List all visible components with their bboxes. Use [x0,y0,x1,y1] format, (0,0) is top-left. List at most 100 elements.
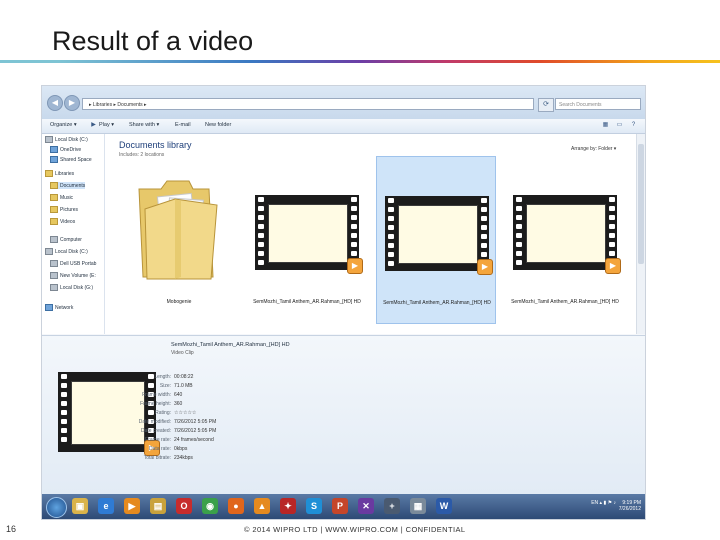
details-value: 00:08:22 [174,374,194,380]
navigation-pane: Local Disk (C:) OneDrive Shared Space Libra… [42,134,105,334]
item-label: SemMozhi_Tamil Anthem_AR.Rahman_[HD] HD [253,299,361,305]
nav-item[interactable]: Dell USB Portab [50,260,96,267]
nav-item-label: Shared Space [60,156,92,163]
files-app-icon[interactable]: ▤ [150,498,166,514]
nav-item[interactable]: Computer [50,236,82,243]
chrome-app-icon[interactable]: ◉ [202,498,218,514]
title-divider [0,60,720,63]
firefox-app-icon[interactable]: ● [228,498,244,514]
library-title: Documents library [119,140,192,150]
back-button[interactable]: ◀ [47,95,63,111]
details-key: Length: [154,374,171,380]
details-key: Total bitrate: [143,455,171,461]
nav-item[interactable]: OneDrive [50,146,81,153]
nav-item[interactable]: Shared Space [50,156,92,163]
nav-item-label: OneDrive [60,146,82,153]
details-row: Date created: 7/26/2012 5:05 PM [116,428,216,434]
system-tray[interactable]: EN ▴ ▮ ⚑ ♪ 9:19 PM 7/26/2012 [591,500,641,512]
breadcrumb[interactable]: ▸ Libraries ▸ Documents ▸ [82,98,534,110]
details-key: Size: [159,383,171,389]
details-value: 234kbps [174,455,193,461]
details-value: 24 frames/second [174,437,214,443]
taskbar: ▣ e ▶ ▤ O ◉ ● ▲ ✦ S P ✕ + ▦ W EN ▴ ▮ ⚑ ♪ 9:19 PM 7/26/… [42,494,645,519]
nav-item-label: Libraries [55,170,75,177]
nav-item-label: Network [55,304,74,311]
details-row: Date modified: 7/26/2012 5:05 PM [116,419,217,425]
nav-item-label: Local Disk (C:) [55,248,88,255]
media-app-icon[interactable]: ▶ [124,498,140,514]
play-icon: ▶ [91,122,96,128]
nav-item[interactable]: Documents [50,182,86,189]
vlc-app-icon[interactable]: ▲ [254,498,270,514]
media-player-icon: ▶ [347,258,363,274]
network-icon [50,146,58,153]
help-icon[interactable]: ? [630,122,637,129]
folder-icon [50,206,58,213]
folder-icon [50,182,58,189]
network-icon [50,156,58,163]
details-key: Rating: [155,410,171,416]
pdf-app-icon[interactable]: ✦ [280,498,296,514]
details-file-type: Video Clip [171,350,194,356]
word-app-icon[interactable]: W [436,498,452,514]
folder-icon [50,218,58,225]
folder-icon [50,194,58,201]
opera-app-icon[interactable]: O [176,498,192,514]
nav-item[interactable]: Local Disk (G:) [50,284,93,291]
page-number: 16 [6,524,17,534]
ppt-app-icon[interactable]: P [332,498,348,514]
details-row: Size: 71.0 MB [116,383,193,389]
video-item-selected[interactable]: ▶ SemMozhi_Tamil Anthem_AR.Rahman_[HD] H… [376,156,496,324]
view-options-icon[interactable]: ▦ [602,122,609,129]
nav-item-label: Documents [60,182,86,189]
ie-app-icon[interactable]: e [98,498,114,514]
details-value: 7/26/2012 5:05 PM [174,428,217,434]
vertical-scrollbar[interactable] [636,134,645,334]
details-value: 0kbps [174,446,188,452]
details-row: Length: 00:08:22 [116,374,193,380]
nav-item[interactable]: Music [50,194,73,201]
details-row: Data rate: 0kbps [116,446,187,452]
nav-item[interactable]: Network [45,304,73,311]
search-input[interactable]: Search Documents [555,98,641,110]
folder-icon [138,180,218,280]
nav-item[interactable]: Local Disk (C:) [45,136,88,143]
nav-item[interactable]: Local Disk (C:) [45,248,88,255]
editor-app-icon[interactable]: ✕ [358,498,374,514]
forward-button[interactable]: ▶ [64,95,80,111]
details-value[interactable]: ☆☆☆☆☆ [174,410,196,416]
network-icon [45,304,53,311]
preview-pane-icon[interactable]: ▭ [616,122,623,129]
explorer-window: ◀ ▶ ▸ Libraries ▸ Documents ▸ ⟳ Search D… [41,85,646,520]
library-subtitle: Includes: 2 locations [119,152,165,158]
nav-item[interactable]: Videos [50,218,75,225]
video-item[interactable]: ▶ SemMozhi_Tamil Anthem_AR.Rahman_[HD] H… [247,159,367,324]
drive-icon [50,272,58,279]
email-button[interactable]: E-mail [175,122,191,128]
nav-item[interactable]: Libraries [45,170,74,177]
nav-item[interactable]: Pictures [50,206,78,213]
arrange-by-dropdown[interactable]: Arrange by: Folder ▾ [571,146,616,152]
drive-icon [45,136,53,143]
skype-app-icon[interactable]: S [306,498,322,514]
organize-button[interactable]: Organize ▾ [50,122,77,128]
box-app-icon[interactable]: ▦ [410,498,426,514]
tray-icons[interactable]: EN ▴ ▮ ⚑ ♪ [591,500,616,506]
video-item[interactable]: ▶ SemMozhi_Tamil Anthem_AR.Rahman_[HD] H… [505,159,625,324]
nav-item-label: Local Disk (G:) [60,284,94,291]
details-value: 360 [174,401,183,407]
start-button[interactable] [46,497,67,518]
play-button[interactable]: Play ▾ [99,122,114,128]
refresh-icon[interactable]: ⟳ [538,98,554,112]
share-with-button[interactable]: Share with ▾ [129,122,159,128]
tool-app-icon[interactable]: + [384,498,400,514]
nav-item-label: Videos [60,218,76,225]
details-key: Frame rate: [145,437,171,443]
video-thumbnail: ▶ [255,195,363,274]
nav-item[interactable]: New Volume (E: [50,272,96,279]
explorer-app-icon[interactable]: ▣ [72,498,88,514]
folder-item[interactable]: Mobogenie [119,159,239,324]
file-list: Documents library Includes: 2 locations … [105,134,645,334]
new-folder-button[interactable]: New folder [205,122,231,128]
details-row: Rating: ☆☆☆☆☆ [116,410,196,416]
